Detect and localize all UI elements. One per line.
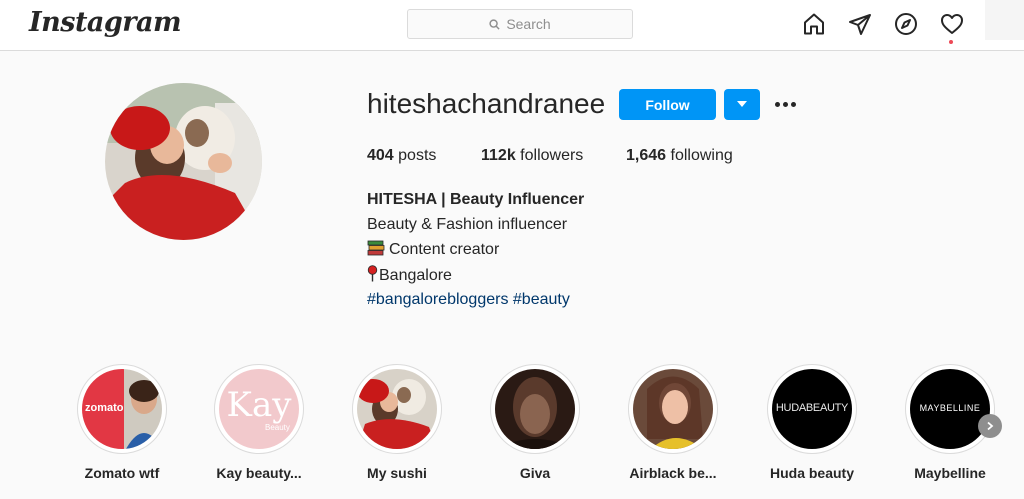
highlight-label: Zomato wtf xyxy=(84,465,160,481)
following-count: 1,646 xyxy=(626,147,667,164)
highlight-label: Giva xyxy=(519,465,551,481)
zomato-brand-text: zomato xyxy=(85,402,124,414)
story-highlight[interactable]: HUDABEAUTY Huda beauty xyxy=(767,364,857,481)
highlight-cover: MAYBELLINE xyxy=(910,369,990,449)
highlight-label: Maybelline xyxy=(914,465,986,481)
highlight-ring: HUDABEAUTY xyxy=(767,364,857,454)
activity-heart-icon[interactable] xyxy=(939,11,965,37)
home-icon[interactable] xyxy=(801,11,827,37)
search-icon xyxy=(489,18,500,30)
explore-compass-icon[interactable] xyxy=(893,11,919,37)
highlight-cover xyxy=(633,369,713,449)
books-icon xyxy=(367,240,385,262)
profile-avatar[interactable] xyxy=(105,83,262,240)
maybelline-brand-text: MAYBELLINE xyxy=(919,403,981,413)
posts-count: 404 xyxy=(367,147,394,164)
bio-line-text: Bangalore xyxy=(379,267,452,284)
bio-name: HITESHA | Beauty Influencer xyxy=(367,191,585,208)
highlight-cover xyxy=(357,369,437,449)
kay-brand-text: Kay xyxy=(226,385,292,425)
highlight-cover: HUDABEAUTY xyxy=(772,369,852,449)
bio-line: Beauty & Fashion influencer xyxy=(367,216,568,233)
highlight-label: Airblack be... xyxy=(629,465,717,481)
top-nav-bar: Instagram Search xyxy=(0,0,1024,51)
story-highlight[interactable]: zomato Zomato wtf xyxy=(77,364,167,481)
more-dot-icon xyxy=(790,101,796,107)
highlight-ring xyxy=(628,364,718,454)
instagram-logo[interactable]: Instagram xyxy=(29,7,182,38)
highlight-ring: Kay Beauty xyxy=(214,364,304,454)
more-dot-icon xyxy=(774,101,780,107)
posts-label: posts xyxy=(398,147,437,164)
bio-line: Content creator xyxy=(367,240,499,262)
highlights-next-button[interactable] xyxy=(978,414,1002,438)
huda-beauty-brand-text: HUDABEAUTY xyxy=(775,402,849,414)
followers-count: 112k xyxy=(481,147,516,164)
highlight-label: My sushi xyxy=(367,465,427,481)
search-placeholder: Search xyxy=(506,16,551,32)
posts-stat: 404 posts xyxy=(367,147,436,165)
highlight-ring xyxy=(352,364,442,454)
story-highlight[interactable]: MAYBELLINE Maybelline xyxy=(905,364,995,481)
story-highlight[interactable]: Kay Beauty Kay beauty... xyxy=(214,364,304,481)
story-highlight[interactable]: Giva xyxy=(490,364,580,481)
following-label: following xyxy=(670,147,733,164)
more-dot-icon xyxy=(782,101,788,107)
highlight-cover: Kay Beauty xyxy=(219,369,299,449)
caret-down-icon xyxy=(737,101,747,107)
highlight-label: Kay beauty... xyxy=(216,465,302,481)
notification-dot xyxy=(949,40,953,44)
direct-send-icon[interactable] xyxy=(847,11,873,37)
following-stat[interactable]: 1,646 following xyxy=(626,147,733,165)
highlight-cover: zomato xyxy=(82,369,162,449)
window-corner xyxy=(985,0,1024,40)
chevron-right-icon xyxy=(987,421,994,431)
more-options-button[interactable] xyxy=(772,95,798,113)
profile-username: hiteshachandranee xyxy=(367,88,606,119)
search-input[interactable]: Search xyxy=(407,9,633,39)
bio-line: Bangalore xyxy=(367,265,452,288)
highlight-ring xyxy=(490,364,580,454)
story-highlight[interactable]: Airblack be... xyxy=(628,364,718,481)
highlight-ring: MAYBELLINE xyxy=(905,364,995,454)
suggested-accounts-dropdown-button[interactable] xyxy=(724,89,760,120)
kay-brand-subtext: Beauty xyxy=(265,423,290,432)
bio-hashtags-link[interactable]: #bangalorebloggers #beauty xyxy=(367,290,570,310)
follow-button[interactable]: Follow xyxy=(619,89,716,120)
followers-stat[interactable]: 112k followers xyxy=(481,147,583,165)
bio-line-text: Content creator xyxy=(389,241,500,258)
highlight-label: Huda beauty xyxy=(769,465,854,481)
location-pin-icon xyxy=(367,265,378,288)
highlight-ring: zomato xyxy=(77,364,167,454)
story-highlight[interactable]: My sushi xyxy=(352,364,442,481)
followers-label: followers xyxy=(520,147,584,164)
highlight-cover xyxy=(495,369,575,449)
